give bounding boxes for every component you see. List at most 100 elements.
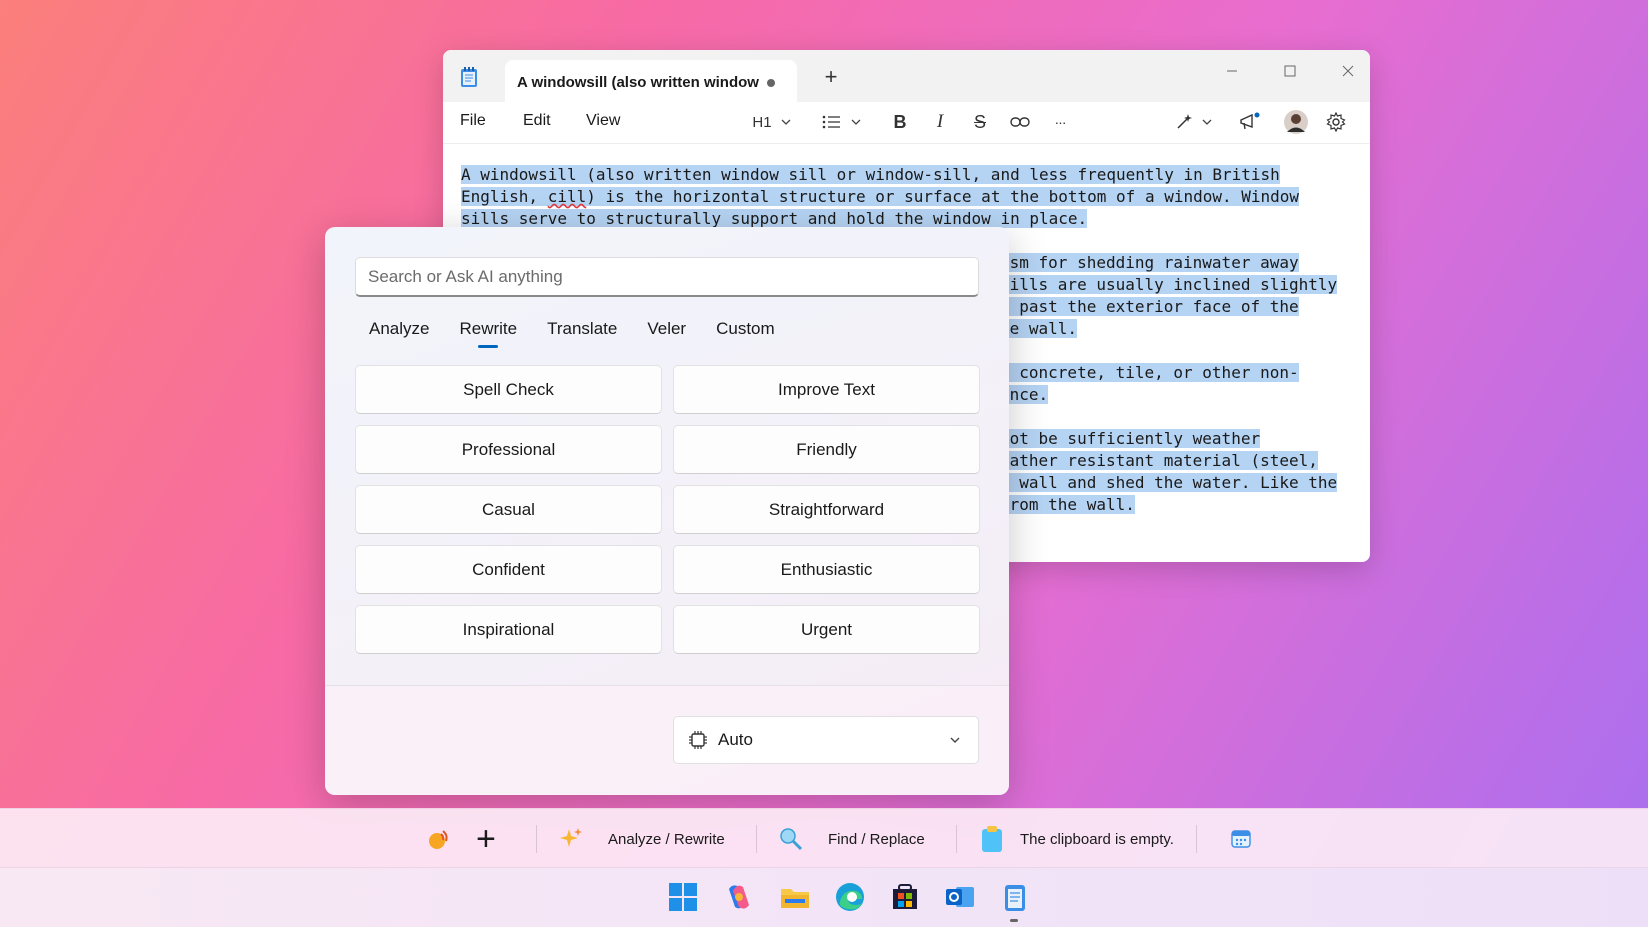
menu-bar: File Edit View H1 B I S ··· — [443, 102, 1370, 144]
text-line: he wall. — [1000, 319, 1078, 338]
tab-custom[interactable]: Custom — [716, 319, 775, 339]
close-button[interactable] — [1333, 58, 1363, 84]
tab-document[interactable]: A windowsill (also written window — [505, 60, 797, 104]
urgent-button[interactable]: Urgent — [673, 605, 980, 654]
add-button[interactable]: + — [476, 809, 496, 869]
professional-button[interactable]: Professional — [355, 425, 662, 474]
text-line: sills are usually inclined slightly — [1000, 275, 1338, 294]
gear-icon — [1326, 112, 1346, 132]
calendar-icon — [1231, 830, 1251, 848]
tab-translate[interactable]: Translate — [547, 319, 617, 339]
clipboard-status-label: The clipboard is empty. — [1020, 830, 1174, 848]
divider — [956, 825, 957, 853]
paragraph-3: , concrete, tile, or other non- ance. — [1000, 362, 1352, 406]
title-bar: A windowsill (also written window + — [443, 50, 1370, 104]
italic-icon: I — [936, 111, 944, 132]
bold-button[interactable]: B — [887, 110, 913, 134]
action-grid-scroll[interactable]: Spell Check Improve Text Professional Fr… — [355, 365, 985, 665]
maximize-icon — [1284, 65, 1296, 77]
list-dropdown[interactable] — [817, 110, 867, 134]
text-line: sills serve to structurally support and … — [461, 209, 1088, 228]
action-grid: Spell Check Improve Text Professional Fr… — [355, 365, 985, 665]
more-icon: ··· — [1054, 114, 1067, 130]
settings-button[interactable] — [1323, 110, 1349, 134]
inspirational-button[interactable]: Inspirational — [355, 605, 662, 654]
announcements-button[interactable] — [1237, 110, 1263, 134]
copilot-rewrite-dropdown[interactable] — [1171, 110, 1217, 134]
chevron-down-icon — [851, 119, 861, 125]
link-button[interactable] — [1007, 110, 1033, 134]
text-fragment: English, — [461, 187, 548, 206]
close-icon — [1342, 65, 1354, 77]
link-icon — [1010, 117, 1030, 127]
paragraph-1: A windowsill (also written window sill o… — [461, 164, 1352, 230]
calendar-button[interactable] — [1230, 809, 1252, 869]
analyze-rewrite-label: Analyze / Rewrite — [608, 830, 725, 848]
menu-view[interactable]: View — [586, 112, 620, 130]
magic-pen-icon — [1177, 114, 1192, 129]
microsoft-store-icon[interactable] — [889, 881, 921, 913]
divider — [1196, 825, 1197, 853]
chevron-down-icon — [950, 737, 960, 743]
processor-chip-icon — [689, 731, 707, 749]
sparkle-icon — [560, 828, 582, 847]
find-replace-button[interactable]: Find / Replace — [778, 809, 925, 869]
text-line: eather resistant material (steel, — [1000, 451, 1318, 470]
text-line: e wall and shed the water. Like the — [1000, 473, 1338, 492]
enthusiastic-button[interactable]: Enthusiastic — [673, 545, 980, 594]
new-tab-button[interactable]: + — [819, 64, 843, 90]
find-replace-label: Find / Replace — [828, 830, 925, 848]
maximize-button[interactable] — [1275, 58, 1305, 84]
voice-button[interactable] — [426, 809, 452, 869]
clipboard-icon — [982, 826, 1002, 852]
notepad-app-icon — [461, 67, 477, 87]
minimize-button[interactable] — [1217, 58, 1247, 84]
strikethrough-button[interactable]: S — [967, 110, 993, 134]
unsaved-dot-icon — [767, 79, 775, 87]
ai-rewrite-panel: Analyze Rewrite Translate Veler Custom S… — [325, 227, 1009, 795]
italic-button[interactable]: I — [927, 110, 953, 134]
text-line: not be sufficiently weather — [1000, 429, 1261, 448]
outlook-icon[interactable] — [944, 881, 976, 913]
bulleted-list-icon — [822, 115, 840, 129]
confident-button[interactable]: Confident — [355, 545, 662, 594]
account-avatar[interactable] — [1283, 110, 1309, 134]
tab-rewrite[interactable]: Rewrite — [459, 319, 517, 339]
text-line: from the wall. — [1000, 495, 1135, 514]
windows-start-icon[interactable] — [667, 881, 699, 913]
text-line: A windowsill (also written window sill o… — [461, 165, 1280, 184]
bottom-toolbar: + Analyze / Rewrite Find / Replace The c… — [0, 808, 1648, 868]
strikethrough-icon: S — [973, 111, 986, 132]
tab-analyze[interactable]: Analyze — [369, 319, 429, 339]
running-app-indicator — [1010, 919, 1018, 922]
taskbar — [0, 868, 1648, 927]
avatar — [1284, 110, 1308, 134]
text-fragment: ) is the horizontal structure or surface… — [586, 187, 1300, 206]
edge-browser-icon[interactable] — [834, 881, 866, 913]
text-line: ism for shedding rainwater away — [1000, 253, 1299, 272]
spell-check-button[interactable]: Spell Check — [355, 365, 662, 414]
friendly-button[interactable]: Friendly — [673, 425, 980, 474]
chevron-down-icon — [1202, 119, 1212, 125]
menu-edit[interactable]: Edit — [523, 112, 551, 130]
copilot-icon[interactable] — [723, 881, 755, 913]
clipboard-status[interactable]: The clipboard is empty. — [980, 809, 1174, 869]
misspelled-word: cill — [547, 187, 587, 206]
straightforward-button[interactable]: Straightforward — [673, 485, 980, 534]
megaphone-icon — [1240, 112, 1260, 130]
heading-dropdown[interactable]: H1 — [747, 110, 797, 134]
tab-title: A windowsill (also written window — [517, 73, 759, 91]
text-line: English, cill) is the horizontal structu… — [461, 187, 1300, 206]
analyze-rewrite-button[interactable]: Analyze / Rewrite — [558, 809, 725, 869]
tab-veler[interactable]: Veler — [647, 319, 686, 339]
more-options-button[interactable]: ··· — [1047, 110, 1073, 134]
casual-button[interactable]: Casual — [355, 485, 662, 534]
search-input[interactable] — [355, 257, 979, 297]
file-explorer-icon[interactable] — [779, 881, 811, 913]
model-selector[interactable]: Auto — [673, 716, 979, 764]
improve-text-button[interactable]: Improve Text — [673, 365, 980, 414]
notepad-taskbar-icon[interactable] — [999, 881, 1031, 913]
model-label: Auto — [718, 730, 753, 749]
minimize-icon — [1227, 70, 1237, 72]
menu-file[interactable]: File — [460, 112, 486, 130]
